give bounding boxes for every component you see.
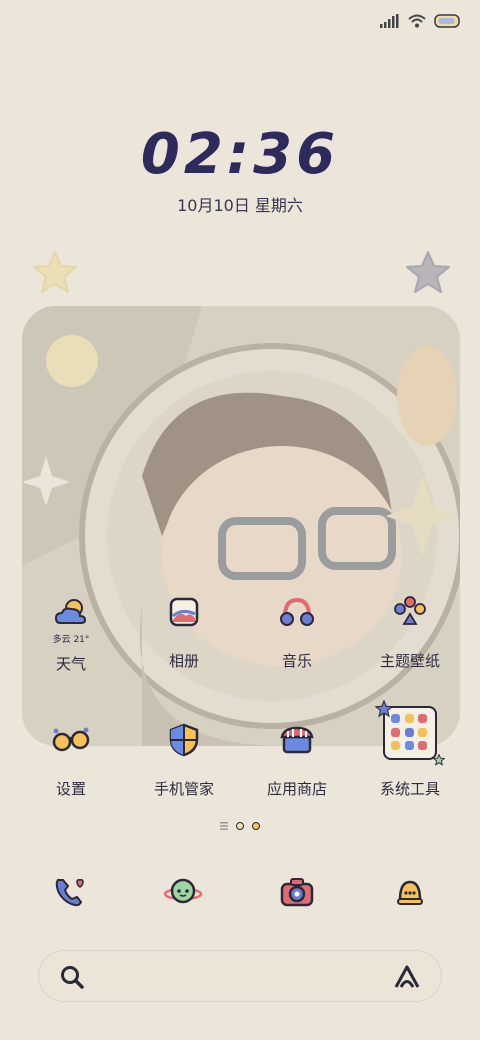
star-left-icon xyxy=(33,251,77,293)
page-list-icon xyxy=(220,822,228,830)
weather-cloud-sun-icon xyxy=(51,592,91,632)
app-label: 音乐 xyxy=(281,652,312,670)
app-label: 主题壁纸 xyxy=(379,652,440,670)
dock-messages[interactable] xyxy=(390,872,430,912)
clock-date[interactable]: 10月10日 星期六 xyxy=(0,192,480,216)
app-label: 天气 xyxy=(55,655,86,673)
headphones-icon xyxy=(277,592,317,632)
app-gallery[interactable]: 相册 xyxy=(128,592,240,671)
status-bar xyxy=(380,10,462,32)
app-themes[interactable]: 主题壁纸 xyxy=(354,592,466,671)
weather-summary: 多云 21° xyxy=(52,635,90,645)
app-security[interactable]: 手机管家 xyxy=(128,720,240,799)
dock-camera[interactable] xyxy=(277,872,317,912)
assistant-icon[interactable] xyxy=(393,964,421,990)
app-store-icon xyxy=(277,720,317,760)
app-music[interactable]: 音乐 xyxy=(241,592,353,671)
phone-icon xyxy=(55,879,84,907)
search-icon xyxy=(61,966,84,989)
bell-chat-icon xyxy=(397,880,423,905)
page-dot-2[interactable] xyxy=(252,822,260,830)
camera-icon xyxy=(280,878,314,907)
app-label: 设置 xyxy=(55,780,86,798)
page-dot-1[interactable] xyxy=(236,822,244,830)
app-label: 手机管家 xyxy=(153,780,214,798)
search-bar[interactable] xyxy=(38,950,442,1002)
app-label: 相册 xyxy=(168,652,199,670)
settings-glasses-icon xyxy=(51,720,91,760)
app-store[interactable]: 应用商店 xyxy=(241,720,353,799)
app-weather[interactable]: 多云 21° 天气 xyxy=(15,592,127,674)
page-indicator[interactable] xyxy=(0,822,480,830)
theme-palette-icon xyxy=(390,592,430,632)
app-label: 系统工具 xyxy=(379,780,440,798)
wifi-icon xyxy=(408,14,426,28)
planet-icon xyxy=(163,878,203,904)
app-settings[interactable]: 设置 xyxy=(15,720,127,799)
gallery-icon xyxy=(164,592,204,632)
astronaut-illustration xyxy=(22,306,460,746)
clock-time[interactable]: 02:36 xyxy=(0,122,480,187)
dock-phone[interactable] xyxy=(50,872,90,912)
app-label: 应用商店 xyxy=(266,780,327,798)
security-shield-icon xyxy=(164,720,204,760)
folder-star-icon xyxy=(375,700,393,718)
battery-icon xyxy=(434,14,460,28)
app-system-tools-folder[interactable]: 系统工具 xyxy=(354,700,466,799)
dock-browser[interactable] xyxy=(163,872,203,912)
signal-icon xyxy=(380,14,399,28)
star-right-icon xyxy=(406,251,450,293)
folder-star-small-icon xyxy=(433,754,445,766)
wallpaper-photo-widget[interactable] xyxy=(22,306,460,746)
